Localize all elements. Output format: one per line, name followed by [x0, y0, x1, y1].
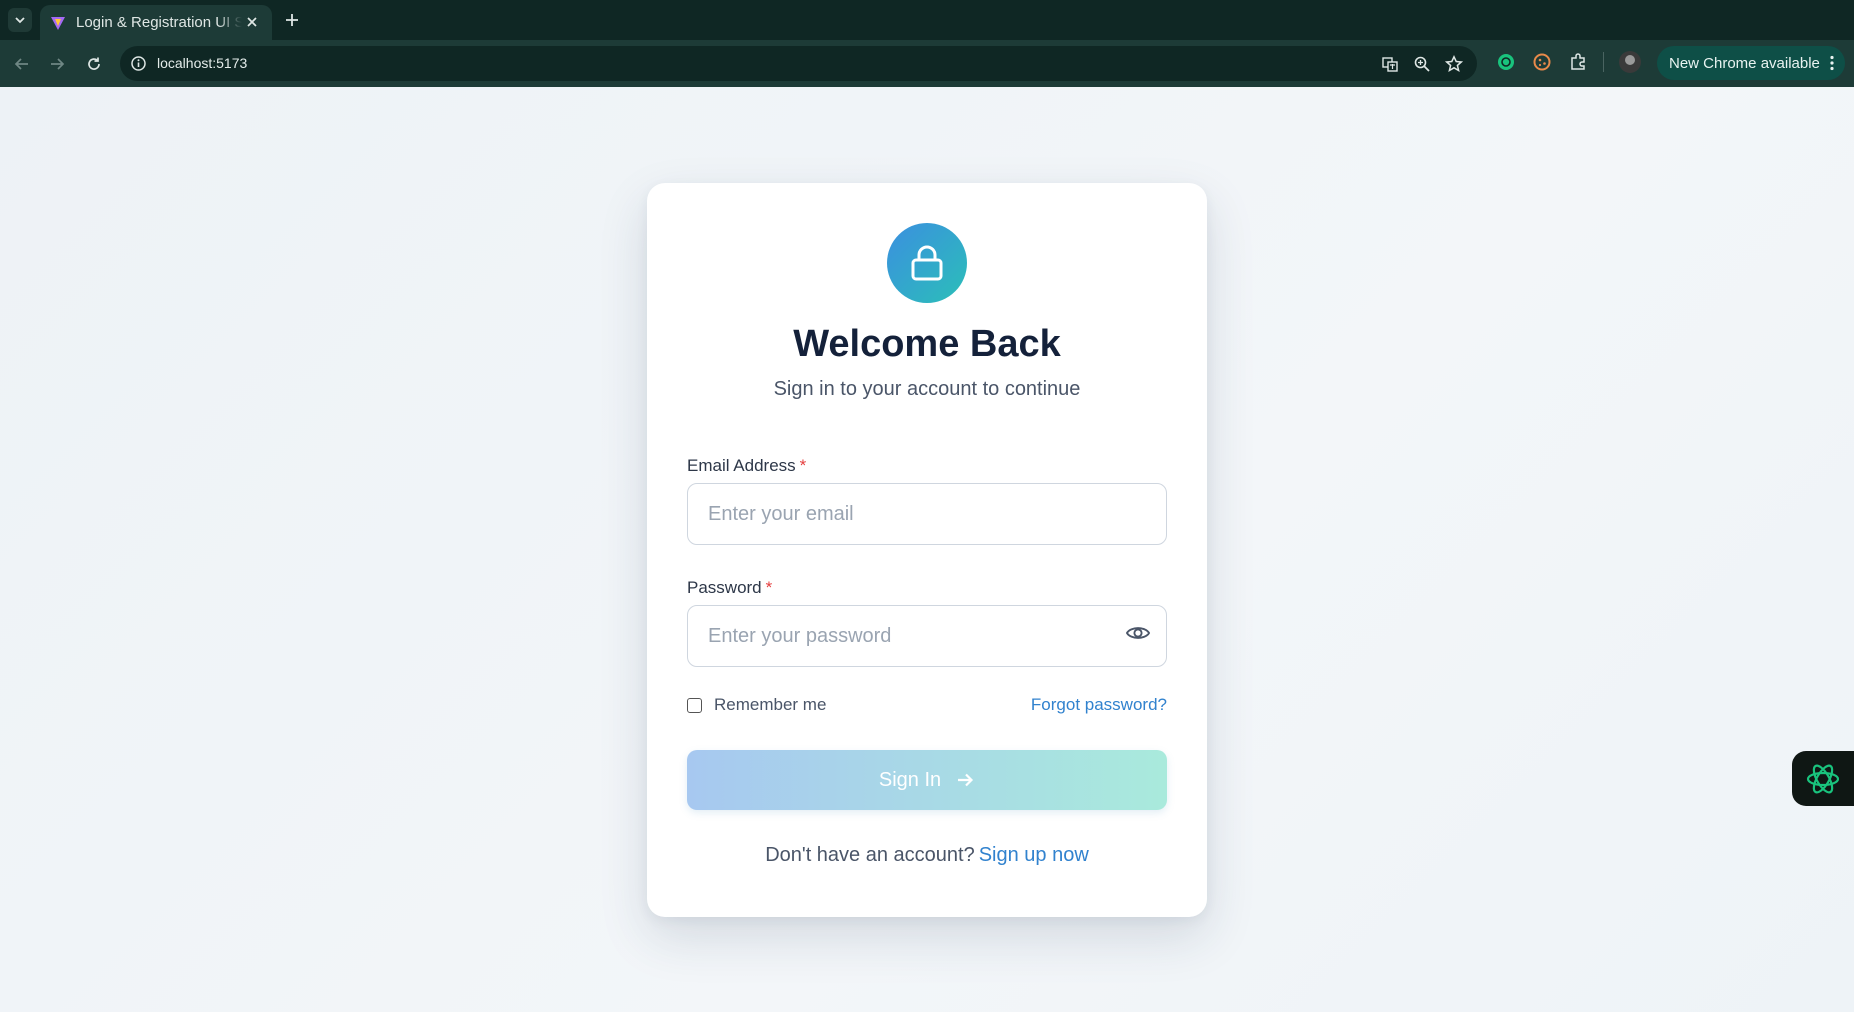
tab-title: Login & Registration UI S [76, 14, 242, 31]
address-bar[interactable]: localhost:5173 [120, 46, 1477, 81]
remember-me[interactable]: Remember me [687, 695, 826, 715]
login-card: Welcome Back Sign in to your account to … [647, 183, 1207, 917]
email-label-text: Email Address [687, 456, 796, 475]
chevron-down-icon [15, 17, 25, 24]
more-vert-icon [1830, 55, 1834, 71]
zoom-icon[interactable] [1413, 55, 1431, 73]
cookie-extension-icon[interactable] [1532, 52, 1552, 72]
browser-tab-bar: Login & Registration UI S [0, 0, 1854, 40]
sign-in-button[interactable]: Sign In [687, 750, 1167, 810]
signup-row: Don't have an account? Sign up now [647, 844, 1207, 867]
password-field[interactable] [687, 605, 1167, 667]
email-field[interactable] [687, 483, 1167, 545]
lock-badge [887, 223, 967, 303]
page-title: Welcome Back [793, 323, 1061, 365]
arrow-right-icon [958, 773, 974, 787]
bookmark-star-icon[interactable] [1445, 55, 1463, 73]
reload-button[interactable] [82, 52, 106, 76]
forgot-password-link[interactable]: Forgot password? [1031, 695, 1167, 715]
chrome-update-button[interactable]: New Chrome available [1657, 46, 1845, 80]
sign-up-link[interactable]: Sign up now [979, 844, 1089, 866]
profile-avatar[interactable] [1619, 51, 1641, 73]
page-background: Welcome Back Sign in to your account to … [0, 87, 1854, 1012]
remember-checkbox[interactable] [687, 697, 702, 713]
reload-icon [88, 57, 100, 70]
openai-extension-icon[interactable] [1496, 52, 1516, 72]
back-button[interactable] [10, 52, 34, 76]
chrome-update-label: New Chrome available [1669, 54, 1820, 72]
remember-label: Remember me [714, 695, 827, 714]
back-arrow-icon [14, 58, 28, 70]
password-label-text: Password [687, 578, 762, 597]
translate-icon[interactable] [1381, 55, 1399, 73]
floating-assistant-button[interactable] [1792, 751, 1854, 806]
extensions-puzzle-icon[interactable] [1568, 52, 1588, 72]
vite-favicon-icon [51, 16, 65, 30]
forward-arrow-icon [51, 58, 65, 70]
lock-icon [911, 245, 943, 281]
site-info-icon[interactable] [130, 55, 147, 72]
sign-in-label: Sign In [878, 768, 942, 791]
page-subtitle: Sign in to your account to continue [773, 378, 1081, 400]
new-tab-icon[interactable] [282, 10, 302, 30]
eye-icon[interactable] [1125, 620, 1151, 646]
openai-icon [1806, 764, 1840, 793]
toolbar-divider [1603, 52, 1604, 72]
close-tab-icon[interactable] [244, 14, 260, 30]
password-label: Password * [687, 578, 772, 598]
required-mark: * [799, 456, 807, 475]
signup-prompt: Don't have an account? [765, 844, 975, 866]
required-mark: * [765, 578, 773, 597]
tab-search-button[interactable] [8, 8, 32, 32]
avatar-head [1625, 55, 1635, 65]
forward-button[interactable] [45, 52, 69, 76]
email-label: Email Address * [687, 456, 806, 476]
url-text: localhost:5173 [157, 55, 248, 71]
browser-tab[interactable]: Login & Registration UI S [40, 5, 272, 40]
